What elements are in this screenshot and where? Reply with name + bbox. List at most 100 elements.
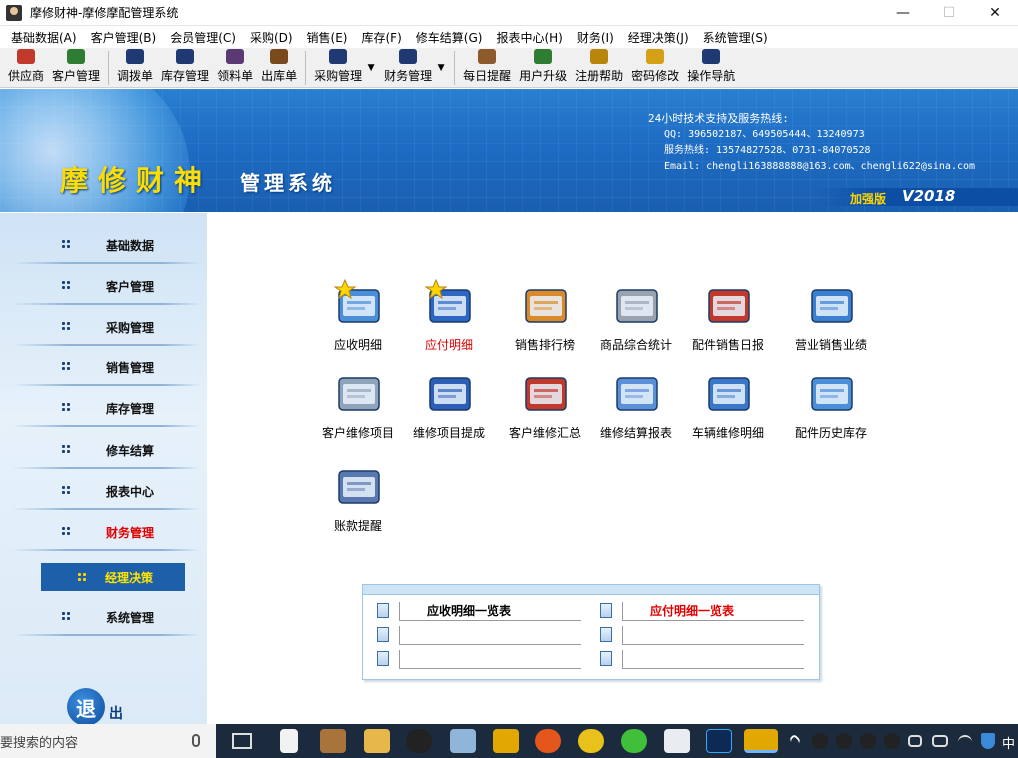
chevron-up-icon[interactable] [788, 733, 802, 747]
sidebar-item-active[interactable]: 经理决策 [41, 563, 185, 591]
menu-item-7[interactable]: 报表中心(H) [489, 29, 569, 46]
menu-item-9[interactable]: 经理决策(J) [621, 29, 696, 46]
sidebar-item-5[interactable]: 修车结算 [0, 430, 207, 471]
toolbar-button-7[interactable]: 财务管理 [380, 49, 436, 87]
menu-item-6[interactable]: 修车结算(G) [409, 29, 490, 46]
sidebar-item-3[interactable]: 销售管理 [0, 347, 207, 388]
sidebar-item-label: 采购管理 [106, 321, 155, 335]
sidebar-item-9[interactable]: 系统管理 [0, 597, 207, 638]
sidebar-divider [12, 467, 200, 469]
menu-item-8[interactable]: 财务(I) [570, 29, 621, 46]
toolbar-label: 客户管理 [52, 69, 101, 83]
toolbar-button-12[interactable]: 操作导航 [683, 49, 739, 87]
taskbar-search[interactable]: 要搜索的内容 [0, 724, 216, 758]
supplier-icon [17, 49, 35, 64]
menu-item-4[interactable]: 销售(E) [300, 29, 355, 46]
qq-icon[interactable] [406, 729, 432, 753]
toolbar-button-1[interactable]: 客户管理 [48, 49, 104, 87]
task-view-icon[interactable] [232, 733, 252, 749]
document-icon [377, 627, 389, 642]
toolbar-button-0[interactable]: 供应商 [4, 49, 48, 87]
tray-qq-icon-2[interactable] [836, 733, 852, 749]
sidebar-item-6[interactable]: 报表中心 [0, 471, 207, 512]
sidebar-item-4[interactable]: 库存管理 [0, 388, 207, 429]
tile-5[interactable]: 营业销售业绩 [781, 278, 881, 358]
tile-11[interactable]: 配件历史库存 [781, 366, 881, 446]
package-icon[interactable] [320, 729, 346, 753]
menu-item-1[interactable]: 客户管理(B) [84, 29, 164, 46]
outbound-icon [270, 49, 289, 64]
toolbar-button-8[interactable]: 每日提醒 [459, 49, 515, 87]
sidebar-item-label: 财务管理 [106, 526, 155, 540]
volume-icon[interactable] [908, 735, 922, 747]
list-item[interactable]: 应付明细一览表 [600, 601, 810, 621]
notes-icon[interactable] [450, 729, 476, 753]
minimize-button[interactable]: — [880, 0, 926, 26]
app-window: 摩修财神-摩修摩配管理系统 — ☐ ✕ 基础数据(A) 客户管理(B) 会员管理(C… [0, 0, 1018, 726]
toolbar-button-5[interactable]: 出库单 [257, 49, 301, 87]
clipboard-icon [525, 289, 567, 323]
toolbar-button-9[interactable]: 用户升级 [515, 49, 571, 87]
exit-button[interactable]: 退 [67, 688, 105, 726]
list-item[interactable] [377, 649, 587, 669]
close-button[interactable]: ✕ [972, 0, 1018, 26]
toolbar-button-10[interactable]: 注册帮助 [571, 49, 627, 87]
tray-qq-icon-1[interactable] [812, 733, 828, 749]
grid-bullet-icon [61, 361, 71, 371]
dropdown-arrow-icon[interactable]: ▼ [436, 49, 446, 87]
tray-qq-icon-4[interactable] [884, 733, 900, 749]
menu-item-0[interactable]: 基础数据(A) [4, 29, 84, 46]
photos-icon[interactable] [664, 729, 690, 753]
photoshop-icon[interactable] [706, 729, 732, 753]
menu-item-2[interactable]: 会员管理(C) [163, 29, 243, 46]
microphone-icon[interactable] [192, 734, 200, 747]
version-label: V2018 [902, 187, 956, 205]
sidebar-item-1[interactable]: 客户管理 [0, 266, 207, 307]
sidebar-item-label: 库存管理 [106, 402, 155, 416]
folder-icon[interactable] [364, 729, 390, 753]
grid-bullet-icon [61, 321, 71, 331]
wechat-icon[interactable] [621, 729, 647, 753]
folder-star-icon [333, 278, 380, 323]
list-item-label [622, 650, 804, 669]
menu-item-5[interactable]: 库存(F) [355, 29, 409, 46]
media-icon[interactable] [578, 729, 604, 753]
list-item[interactable] [600, 649, 810, 669]
dropdown-arrow-icon[interactable]: ▼ [366, 49, 376, 87]
file-icon[interactable] [280, 729, 298, 753]
firefox-icon[interactable] [535, 729, 561, 753]
sidebar-divider [12, 384, 200, 386]
toolbar-button-11[interactable]: 密码修改 [627, 49, 683, 87]
list-item[interactable] [600, 625, 810, 645]
maximize-button[interactable]: ☐ [926, 0, 972, 26]
bus-app-active-icon[interactable] [744, 729, 778, 753]
toolbar-label: 注册帮助 [575, 69, 624, 83]
tray-qq-icon-3[interactable] [860, 733, 876, 749]
sidebar-item-2[interactable]: 采购管理 [0, 307, 207, 348]
tile-12[interactable]: 账款提醒 [308, 459, 408, 539]
sidebar-item-0[interactable]: 基础数据 [0, 225, 207, 266]
finance-icon [399, 49, 418, 64]
toolbar-button-2[interactable]: 调拨单 [113, 49, 157, 87]
toolbar-button-6[interactable]: 采购管理 [310, 49, 366, 87]
menu-item-10[interactable]: 系统管理(S) [696, 29, 775, 46]
battery-icon[interactable] [932, 735, 948, 747]
toolbar-separator [305, 51, 307, 85]
document-icon [600, 603, 612, 618]
shield-icon[interactable] [981, 733, 995, 749]
brand-name: 摩修财神 [60, 164, 213, 197]
list-item[interactable]: 应收明细一览表 [377, 601, 587, 621]
menu-item-3[interactable]: 采购(D) [243, 29, 300, 46]
folder-history-icon [811, 377, 853, 411]
bus-icon[interactable] [493, 729, 519, 753]
toolbar-button-4[interactable]: 领料单 [213, 49, 257, 87]
wifi-icon[interactable] [958, 735, 972, 747]
sidebar-item-7[interactable]: 财务管理 [0, 512, 207, 553]
grid-bullet-icon [61, 402, 71, 412]
list-item[interactable] [377, 625, 587, 645]
list-item-label: 应付明细一览表 [622, 602, 804, 621]
sidebar-divider [12, 508, 200, 510]
toolbar-button-3[interactable]: 库存管理 [157, 49, 213, 87]
sidebar-divider [12, 549, 200, 551]
ime-indicator[interactable]: 中 [1002, 733, 1015, 752]
